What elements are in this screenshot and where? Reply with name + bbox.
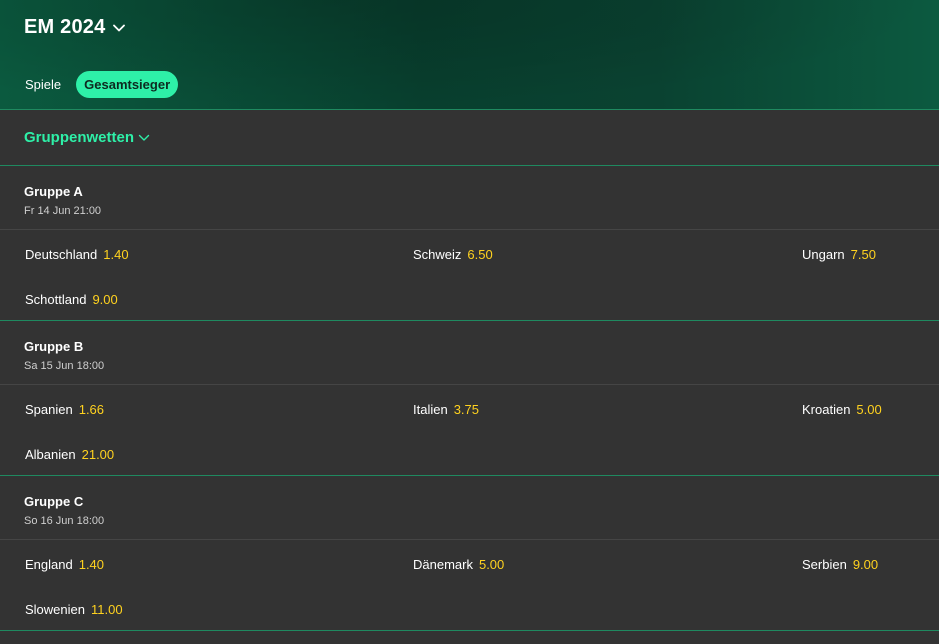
group-date: Sa 15 Jun 18:00 [24, 360, 105, 372]
odds-value: 6.50 [467, 247, 493, 262]
odds-value: 3.75 [453, 402, 480, 417]
group-date: So 16 Jun 18:00 [24, 515, 105, 527]
odds-button[interactable]: Ungarn 7.50 [801, 245, 877, 264]
odds-button[interactable]: Dänemark 5.00 [412, 555, 505, 574]
group-odds: England 1.40 Dänemark 5.00 Serbien 9.00 … [0, 540, 939, 631]
odds-value: 7.50 [850, 247, 876, 262]
team-name: Kroatien [802, 402, 851, 417]
odds-button[interactable]: Italien 3.75 [412, 400, 480, 419]
team-name: Schweiz [413, 247, 462, 262]
page-header: EM 2024 Spiele Gesamtsieger [0, 0, 939, 110]
group-odds: Deutschland 1.40 Schweiz 6.50 Ungarn 7.5… [0, 230, 939, 321]
odds-value: 9.00 [852, 557, 879, 572]
section-gruppenwetten-toggle[interactable]: Gruppenwetten [0, 110, 939, 166]
odds-value: 1.40 [103, 247, 129, 262]
group-header: Gruppe B Sa 15 Jun 18:00 [0, 321, 939, 385]
team-name: Deutschland [25, 247, 98, 262]
section-title: Gruppenwetten [24, 129, 135, 146]
page-title: EM 2024 [24, 16, 106, 38]
team-name: Spanien [25, 402, 73, 417]
team-name: Slowenien [25, 602, 85, 617]
odds-value: 1.66 [78, 402, 105, 417]
team-name: Serbien [802, 557, 847, 572]
group-header: Gruppe C So 16 Jun 18:00 [0, 476, 939, 540]
group-odds: Spanien 1.66 Italien 3.75 Kroatien 5.00 … [0, 385, 939, 476]
odds-value: 11.00 [91, 602, 123, 617]
group-name: Gruppe C [24, 494, 84, 509]
tab-spiele[interactable]: Spiele [18, 71, 68, 98]
tab-bar: Spiele Gesamtsieger [18, 71, 179, 98]
team-name: Schottland [25, 292, 87, 307]
odds-value: 5.00 [856, 402, 882, 417]
odds-value: 1.40 [78, 557, 105, 572]
odds-button[interactable]: England 1.40 [24, 555, 105, 574]
odds-button[interactable]: Deutschland 1.40 [24, 245, 130, 264]
team-name: Ungarn [802, 247, 845, 262]
tab-gesamtsieger[interactable]: Gesamtsieger [76, 71, 179, 98]
group-header: Gruppe A Fr 14 Jun 21:00 [0, 166, 939, 230]
group-date: Fr 14 Jun 21:00 [24, 205, 102, 217]
team-name: Albanien [25, 447, 76, 462]
odds-button[interactable]: Serbien 9.00 [801, 555, 879, 574]
odds-button[interactable]: Schweiz 6.50 [412, 245, 494, 264]
group-name: Gruppe A [24, 184, 83, 199]
odds-value: 21.00 [81, 447, 115, 462]
odds-value: 5.00 [478, 557, 505, 572]
competition-selector[interactable]: EM 2024 [24, 16, 126, 39]
odds-button[interactable]: Slowenien 11.00 [24, 600, 124, 619]
chevron-down-icon [113, 24, 126, 32]
team-name: Italien [413, 402, 448, 417]
odds-button[interactable]: Albanien 21.00 [24, 445, 115, 464]
odds-button[interactable]: Schottland 9.00 [24, 290, 119, 309]
odds-value: 9.00 [92, 292, 118, 307]
team-name: Dänemark [413, 557, 473, 572]
team-name: England [25, 557, 73, 572]
chevron-down-icon [138, 129, 150, 147]
odds-button[interactable]: Spanien 1.66 [24, 400, 105, 419]
group-name: Gruppe B [24, 339, 84, 354]
odds-button[interactable]: Kroatien 5.00 [801, 400, 883, 419]
